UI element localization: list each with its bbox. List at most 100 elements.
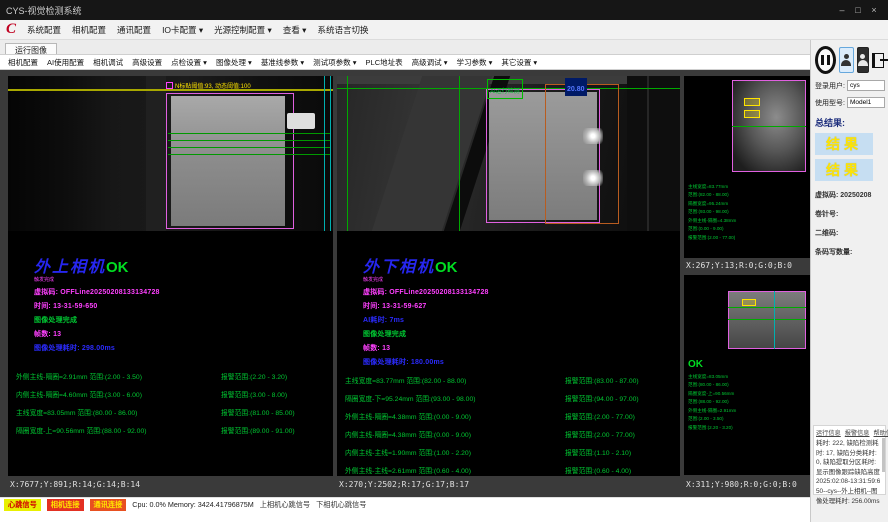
- exit-button[interactable]: [872, 47, 885, 73]
- image-structure: [627, 76, 680, 231]
- image-structure: [146, 76, 166, 231]
- close-button[interactable]: ×: [866, 5, 882, 15]
- bright-spot: [583, 128, 603, 144]
- menu-item-language-switch[interactable]: 系统语言切换: [317, 24, 368, 36]
- measurement-value: 主线宽度=83.77mm 范围:(82.00 - 88.00): [345, 375, 565, 385]
- toolbar: 相机配置 AI使用配置 相机调试 高级设置 点检设置 ▾ 图像处理 ▾ 基准线参…: [0, 54, 810, 70]
- product-region: [171, 96, 285, 226]
- overlay-green-line: [168, 147, 331, 148]
- model-row: 使用型号:: [815, 97, 885, 108]
- model-label: 使用型号:: [815, 98, 845, 108]
- menu-bar: C 系统配置 相机配置 通讯配置 IO卡配置 ▾ 光源控制配置 ▾ 查看 ▾ 系…: [0, 20, 888, 40]
- ai-score-box: 20.80: [565, 78, 587, 96]
- operator-button[interactable]: [857, 47, 869, 73]
- toolbar-item-spot-check[interactable]: 点检设置 ▾: [171, 57, 207, 68]
- qr-code-field: 二维码:: [815, 228, 885, 238]
- camera-image-outer-lower[interactable]: AI运行检测 20.80: [337, 76, 680, 231]
- toolbar-item-plc-address[interactable]: PLC地址表: [366, 57, 403, 68]
- image-structure: [647, 76, 649, 231]
- toolbar-item-baseline-params[interactable]: 基准线参数 ▾: [261, 57, 304, 68]
- alarm-range: 报警范围:(81.00 - 85.00): [221, 407, 295, 417]
- login-user-input[interactable]: [847, 80, 885, 91]
- measurement-value: 外侧主线-主线=2.61mm 范围:(0.60 - 4.00): [345, 465, 565, 475]
- lower-camera-heartbeat[interactable]: 下相机心跳信号: [316, 500, 366, 510]
- menu-item-comm-config[interactable]: 通讯配置: [117, 24, 151, 36]
- measurement-row: 隔圈宽度-上=90.56mm 范围:(88.00 - 92.00)报警范围:(8…: [16, 425, 325, 435]
- toolbar-item-camera-config[interactable]: 相机配置: [8, 57, 38, 68]
- upper-camera-heartbeat[interactable]: 上相机心跳信号: [260, 500, 310, 510]
- alarm-range: 报警范围:(2.00 - 77.00): [565, 429, 635, 439]
- info-tab-help[interactable]: 帮助信息: [874, 428, 888, 437]
- overlay-green-line: [728, 307, 806, 308]
- small-result-lines: OK 主线宽度=83.05mm 范围:(80.00 - 86.00) 隔圈宽度-…: [684, 357, 810, 430]
- alarm-range: 报警范围:(2.20 - 3.20): [221, 371, 287, 381]
- camera-image-small-bottom[interactable]: [684, 275, 810, 357]
- small-line: 范围:(82.00 - 88.00): [688, 192, 807, 197]
- measurement-value: 外侧主线-隔圈=2.91mm 范围:(2.00 - 3.50): [16, 371, 221, 381]
- small-line: 范围:(88.00 - 92.00): [688, 399, 807, 404]
- alarm-range: 报警范围:(0.60 - 4.00): [565, 465, 631, 475]
- overlay-marker-icon: [166, 82, 173, 89]
- menu-item-io-config[interactable]: IO卡配置 ▾: [162, 24, 203, 36]
- menu-item-light-config[interactable]: 光源控制配置 ▾: [214, 24, 272, 36]
- virtual-code-field: 虚拟码: 20250208: [815, 190, 885, 200]
- ai-time-line: AI耗时: 7ms: [363, 315, 672, 325]
- user-button[interactable]: [839, 47, 853, 73]
- small-line: 主线宽度=83.77mm: [688, 184, 807, 189]
- overlay-cyan-line: [324, 76, 325, 231]
- toolbar-item-camera-debug[interactable]: 相机调试: [93, 57, 123, 68]
- pixel-info-caption-left: X:7677;Y:891;R:14;G:14;B:14: [10, 480, 140, 489]
- barcode-line: 虚拟码: OFFLine20250208133134728: [363, 287, 672, 297]
- maximize-button[interactable]: □: [850, 5, 866, 15]
- toolbar-item-test-params[interactable]: 测试项参数 ▾: [313, 57, 356, 68]
- result-display-lower: 结果: [815, 159, 873, 181]
- status-bar: 心跳信号 相机连接 通讯连接 Cpu: 0.0% Memory: 3424.41…: [0, 497, 810, 522]
- result-text-block: 外上相机OK 触发完成 虚拟码: OFFLine2025020813313472…: [8, 231, 333, 435]
- log-scrollbar[interactable]: [882, 438, 885, 472]
- needle-number-field: 卷针号:: [815, 209, 885, 219]
- small-line: 报警范围:(2.00 - 77.00): [688, 235, 807, 240]
- tab-strip: 运行图像: [0, 40, 810, 54]
- toolbar-item-learning-params[interactable]: 学习参数 ▾: [456, 57, 492, 68]
- info-tab-alarm[interactable]: 报警信息: [845, 428, 870, 437]
- camera-image-small-top[interactable]: [684, 76, 810, 176]
- minimize-button[interactable]: –: [834, 5, 850, 15]
- measurement-row: 外侧主线-主线=2.61mm 范围:(0.60 - 4.00)报警范围:(0.6…: [345, 465, 672, 475]
- pause-icon: [827, 55, 830, 65]
- menu-item-view[interactable]: 查看 ▾: [283, 24, 307, 36]
- connector-tab: [287, 113, 315, 129]
- camera-image-outer-upper[interactable]: N标贴阈值:93, 动态阈值:100: [8, 76, 333, 231]
- camera-ok-status: OK: [435, 259, 458, 276]
- info-tab-run[interactable]: 运行信息: [816, 428, 841, 437]
- control-sidebar: 登录用户: 使用型号: 总结果: 结果 结果 虚拟码: 20250208 卷针号…: [810, 40, 888, 522]
- toolbar-item-other-settings[interactable]: 其它设置 ▾: [501, 57, 537, 68]
- overlay-cyan-line: [774, 291, 775, 349]
- overlay-green-line: [168, 154, 331, 155]
- toolbar-item-advanced-debug[interactable]: 高级调试 ▾: [412, 57, 448, 68]
- person-icon: [858, 54, 868, 66]
- small-line: 范围:(80.00 - 86.00): [688, 382, 807, 387]
- toolbar-item-ai-config[interactable]: AI使用配置: [47, 57, 84, 68]
- model-input[interactable]: [847, 97, 885, 108]
- toolbar-item-advanced-settings[interactable]: 高级设置: [132, 57, 162, 68]
- toolbar-item-image-processing[interactable]: 图像处理 ▾: [216, 57, 252, 68]
- menu-item-system-config[interactable]: 系统配置: [27, 24, 61, 36]
- status-line: 心跳信号 相机连接 通讯连接 Cpu: 0.0% Memory: 3424.41…: [0, 498, 810, 511]
- small-line: 报警范围:(2.20 - 3.20): [688, 425, 807, 430]
- camera-panel-small-top: 主线宽度=83.77mm 范围:(82.00 - 88.00) 隔圈宽度=95.…: [684, 76, 810, 258]
- pixel-info-caption-small-top: X:267;Y:13;R:0;G:0;B:0: [686, 261, 792, 270]
- camera-ok-status: OK: [106, 259, 129, 276]
- frame-count-line: 帧数: 13: [34, 329, 325, 339]
- login-user-label: 登录用户:: [815, 81, 845, 91]
- measurement-row: 内侧主线-主线=1.90mm 范围:(1.00 - 2.20)报警范围:(1.1…: [345, 447, 672, 457]
- camera-panel-small-bottom: OK 主线宽度=83.05mm 范围:(80.00 - 86.00) 隔圈宽度-…: [684, 275, 810, 475]
- process-done-line: 图像处理完成: [363, 329, 672, 339]
- measurement-row: 主线宽度=83.77mm 范围:(82.00 - 88.00)报警范围:(83.…: [345, 375, 672, 385]
- pause-button[interactable]: [815, 46, 836, 74]
- overlay-yellow-box: [742, 299, 756, 306]
- small-line: 外侧主线-隔圈=4.38mm: [688, 218, 807, 223]
- frame-count-line: 帧数: 13: [363, 343, 672, 353]
- result-text-block: 外下相机OK 触发完成 虚拟码: OFFLine2025020813313472…: [337, 231, 680, 475]
- small-line: 范围:(2.00 - 3.50): [688, 416, 807, 421]
- menu-item-camera-config[interactable]: 相机配置: [72, 24, 106, 36]
